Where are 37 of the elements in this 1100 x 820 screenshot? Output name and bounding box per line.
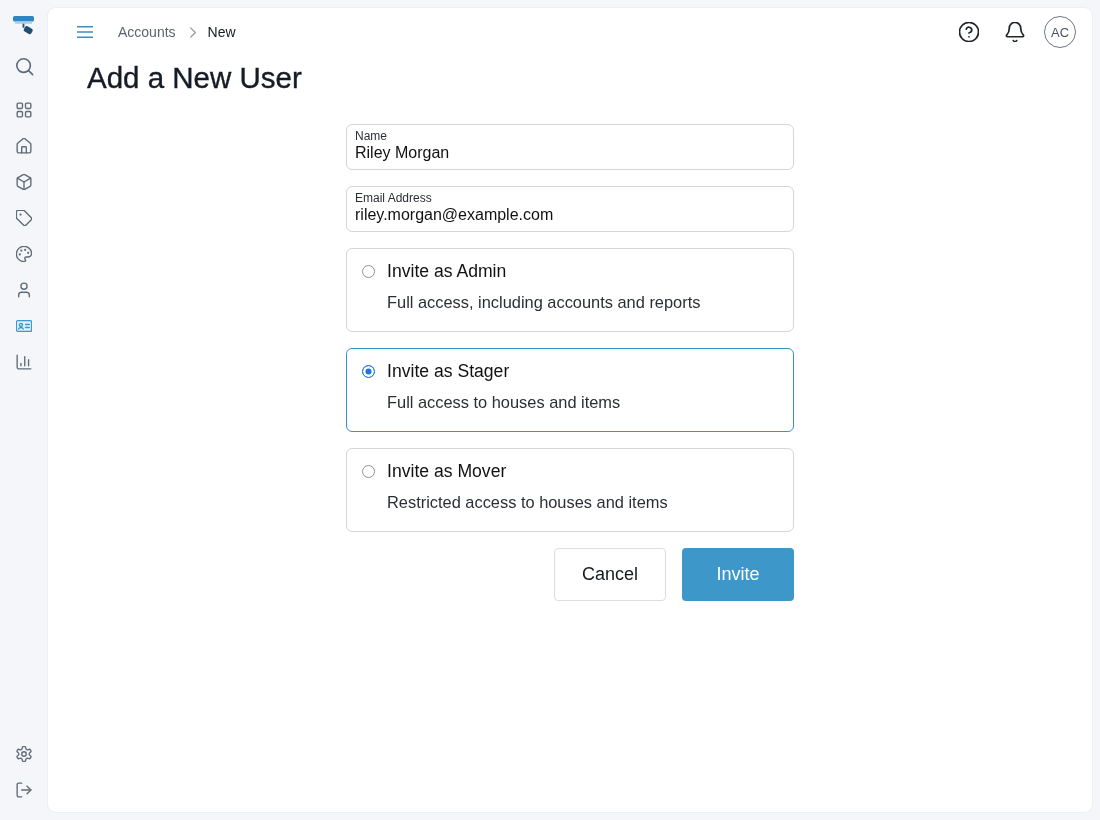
radio-button[interactable] bbox=[362, 264, 375, 278]
field-label: Email Address bbox=[355, 191, 432, 205]
option-description: Full access, including accounts and reports bbox=[387, 292, 701, 312]
radio-button[interactable] bbox=[362, 364, 375, 378]
field-label: Name bbox=[355, 129, 387, 143]
breadcrumb-link[interactable]: Accounts bbox=[118, 23, 176, 41]
bell-icon[interactable] bbox=[1005, 22, 1025, 42]
secondary-button[interactable]: Cancel bbox=[554, 548, 666, 601]
chevron-right-icon bbox=[189, 26, 196, 38]
role-option-card[interactable]: Invite as Admin Full access, including accounts and reports bbox=[346, 248, 794, 332]
help-icon[interactable] bbox=[959, 22, 979, 42]
person-icon[interactable] bbox=[16, 282, 32, 298]
logo-icon[interactable] bbox=[12, 15, 36, 37]
text-field[interactable]: Email Address riley.morgan@example.com bbox=[346, 186, 794, 232]
option-description: Full access to houses and items bbox=[387, 392, 621, 412]
avatar-button[interactable]: AC bbox=[1044, 16, 1076, 48]
tag-icon[interactable] bbox=[16, 210, 32, 226]
palette-icon[interactable] bbox=[16, 246, 32, 262]
radio-button[interactable] bbox=[362, 464, 375, 478]
option-title: Invite as Stager bbox=[387, 360, 510, 382]
settings-icon[interactable] bbox=[16, 746, 32, 762]
role-option-card[interactable]: Invite as Mover Restricted access to houses and items bbox=[346, 448, 794, 532]
grid-icon[interactable] bbox=[16, 102, 32, 118]
house-icon[interactable] bbox=[16, 138, 32, 154]
bar-chart-icon[interactable] bbox=[16, 354, 32, 370]
page-title: Add a New User bbox=[87, 60, 302, 96]
menu-icon[interactable] bbox=[77, 26, 93, 38]
logout-icon[interactable] bbox=[16, 782, 32, 798]
cube-icon[interactable] bbox=[16, 174, 32, 190]
option-title: Invite as Mover bbox=[387, 460, 507, 482]
breadcrumb-current: New bbox=[207, 23, 236, 41]
option-description: Restricted access to houses and items bbox=[387, 492, 668, 512]
text-field[interactable]: Name Riley Morgan bbox=[346, 124, 794, 170]
option-title: Invite as Admin bbox=[387, 260, 507, 282]
id-card-icon[interactable] bbox=[16, 318, 32, 334]
role-option-card[interactable]: Invite as Stager Full access to houses and items bbox=[346, 348, 794, 432]
search-icon[interactable] bbox=[14, 56, 34, 76]
